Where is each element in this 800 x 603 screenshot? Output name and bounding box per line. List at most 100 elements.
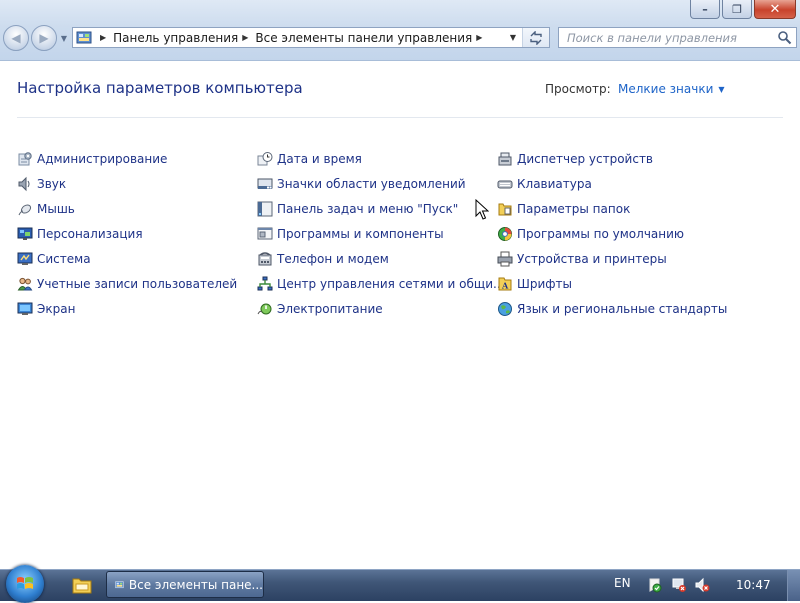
- control-panel-item[interactable]: Центр управления сетями и общи...: [257, 271, 504, 296]
- arrow-right-icon: ▶: [39, 31, 49, 45]
- view-mode-dropdown[interactable]: Мелкие значки ▼: [618, 82, 725, 96]
- item-label: Панель задач и меню "Пуск": [277, 201, 459, 216]
- printer-icon: [497, 251, 513, 266]
- fonts-icon: A: [498, 277, 512, 290]
- search-icon[interactable]: [777, 30, 792, 45]
- network-icon: [257, 276, 273, 290]
- svg-text:A: A: [501, 280, 509, 290]
- item-label: Устройства и принтеры: [517, 251, 667, 266]
- default-programs-icon: [498, 226, 512, 241]
- breadcrumb-separator-icon[interactable]: ▶: [100, 33, 106, 42]
- view-mode-value: Мелкие значки: [618, 82, 714, 96]
- forward-button[interactable]: ▶: [31, 25, 57, 51]
- search-box[interactable]: [558, 27, 797, 48]
- item-label: Учетные записи пользователей: [37, 276, 238, 291]
- network-status-icon[interactable]: [671, 577, 687, 593]
- arrow-left-icon: ◀: [11, 31, 21, 45]
- content-area: Настройка параметров компьютера Просмотр…: [0, 61, 800, 569]
- search-input[interactable]: [565, 29, 779, 46]
- explorer-pinned-button[interactable]: [64, 572, 100, 598]
- refresh-button[interactable]: [522, 28, 549, 47]
- minimize-icon: –: [702, 2, 708, 16]
- folder-icon: [72, 578, 92, 594]
- address-bar[interactable]: ▶ Панель управления ▶ Все элементы панел…: [72, 27, 550, 48]
- device-manager-icon: [498, 152, 512, 165]
- item-label: Персонализация: [37, 226, 143, 241]
- clock[interactable]: 10:47: [736, 578, 771, 592]
- taskbar-window-label: Все элементы пане...: [128, 577, 263, 592]
- minimize-button[interactable]: –: [690, 0, 720, 19]
- programs-icon: [257, 227, 273, 239]
- mouse-icon: [18, 203, 32, 215]
- system-icon: [17, 252, 33, 265]
- chevron-down-icon: ▼: [509, 33, 517, 42]
- control-panel-item[interactable]: Мышь: [17, 196, 237, 221]
- control-panel-item[interactable]: Программы по умолчанию: [497, 221, 727, 246]
- control-panel-item[interactable]: Программы и компоненты: [257, 221, 504, 246]
- control-panel-item[interactable]: Учетные записи пользователей: [17, 271, 237, 296]
- control-panel-icon: [115, 580, 124, 588]
- power-icon: [257, 303, 272, 314]
- chevron-down-icon: ▼: [718, 85, 725, 94]
- window-chrome: – ❐ ✕ ◀ ▶ ▼ ▶ Панель управления ▶ Все эл…: [0, 0, 800, 61]
- back-button[interactable]: ◀: [3, 25, 29, 51]
- control-panel-item[interactable]: Электропитание: [257, 296, 504, 321]
- action-center-icon[interactable]: [647, 577, 663, 593]
- breadcrumb-separator-icon[interactable]: ▶: [242, 33, 248, 42]
- item-label: Экран: [37, 301, 76, 316]
- view-label: Просмотр:: [545, 82, 611, 96]
- personalization-icon: [17, 227, 33, 240]
- address-history-button[interactable]: ▼: [505, 28, 521, 47]
- item-label: Программы и компоненты: [277, 226, 444, 241]
- breadcrumb-control-panel[interactable]: Панель управления: [113, 31, 238, 45]
- clock-icon: [257, 151, 273, 165]
- breadcrumb-all-items[interactable]: Все элементы панели управления: [255, 31, 472, 45]
- restore-icon: ❐: [732, 2, 742, 16]
- divider: [17, 117, 783, 118]
- item-label: Диспетчер устройств: [517, 151, 654, 166]
- control-panel-item[interactable]: A Шрифты: [497, 271, 727, 296]
- control-panel-item[interactable]: Значки области уведомлений: [257, 171, 504, 196]
- volume-muted-icon[interactable]: [694, 577, 710, 593]
- show-desktop-button[interactable]: [787, 570, 800, 601]
- control-panel-item[interactable]: Телефон и модем: [257, 246, 504, 271]
- control-panel-item[interactable]: Администрирование: [17, 146, 237, 171]
- control-panel-item[interactable]: Персонализация: [17, 221, 237, 246]
- control-panel-item[interactable]: Звук: [17, 171, 237, 196]
- taskbar: Все элементы пане... EN 10:47: [0, 565, 800, 603]
- control-panel-item[interactable]: Экран: [17, 296, 237, 321]
- speaker-icon: [18, 176, 30, 191]
- taskbar-window-button[interactable]: Все элементы пане...: [106, 571, 264, 598]
- control-panel-item[interactable]: Дата и время: [257, 146, 504, 171]
- control-panel-item[interactable]: Язык и региональные стандарты: [497, 296, 727, 321]
- control-panel-item[interactable]: Диспетчер устройств: [497, 146, 727, 171]
- maximize-button[interactable]: ❐: [722, 0, 752, 19]
- close-button[interactable]: ✕: [754, 0, 796, 19]
- display-icon: [17, 302, 33, 315]
- control-panel-item[interactable]: Система: [17, 246, 237, 271]
- control-panel-item[interactable]: Параметры папок: [497, 196, 727, 221]
- refresh-icon: [530, 30, 542, 45]
- start-button[interactable]: [6, 565, 44, 603]
- notification-area-icon: [257, 178, 273, 189]
- control-panel-item[interactable]: Панель задач и меню "Пуск": [257, 196, 504, 221]
- recent-pages-button[interactable]: ▼: [59, 26, 69, 50]
- item-label: Электропитание: [277, 301, 383, 316]
- item-label: Параметры папок: [517, 201, 631, 216]
- folder-options-icon: [498, 203, 512, 215]
- item-label: Дата и время: [277, 151, 362, 166]
- navigation-buttons: ◀ ▶ ▼: [3, 25, 69, 51]
- item-label: Клавиатура: [517, 176, 592, 191]
- item-label: Звук: [37, 176, 67, 191]
- users-icon: [17, 277, 33, 290]
- item-label: Телефон и модем: [277, 251, 389, 266]
- page-title: Настройка параметров компьютера: [17, 79, 303, 97]
- control-panel-item[interactable]: Устройства и принтеры: [497, 246, 727, 271]
- close-icon: ✕: [769, 1, 781, 17]
- item-label: Значки области уведомлений: [277, 176, 466, 191]
- breadcrumb-separator-icon[interactable]: ▶: [476, 33, 482, 42]
- item-label: Центр управления сетями и общи...: [277, 276, 505, 291]
- control-panel-item[interactable]: Клавиатура: [497, 171, 727, 196]
- item-label: Программы по умолчанию: [517, 226, 685, 241]
- language-indicator[interactable]: EN: [614, 576, 631, 590]
